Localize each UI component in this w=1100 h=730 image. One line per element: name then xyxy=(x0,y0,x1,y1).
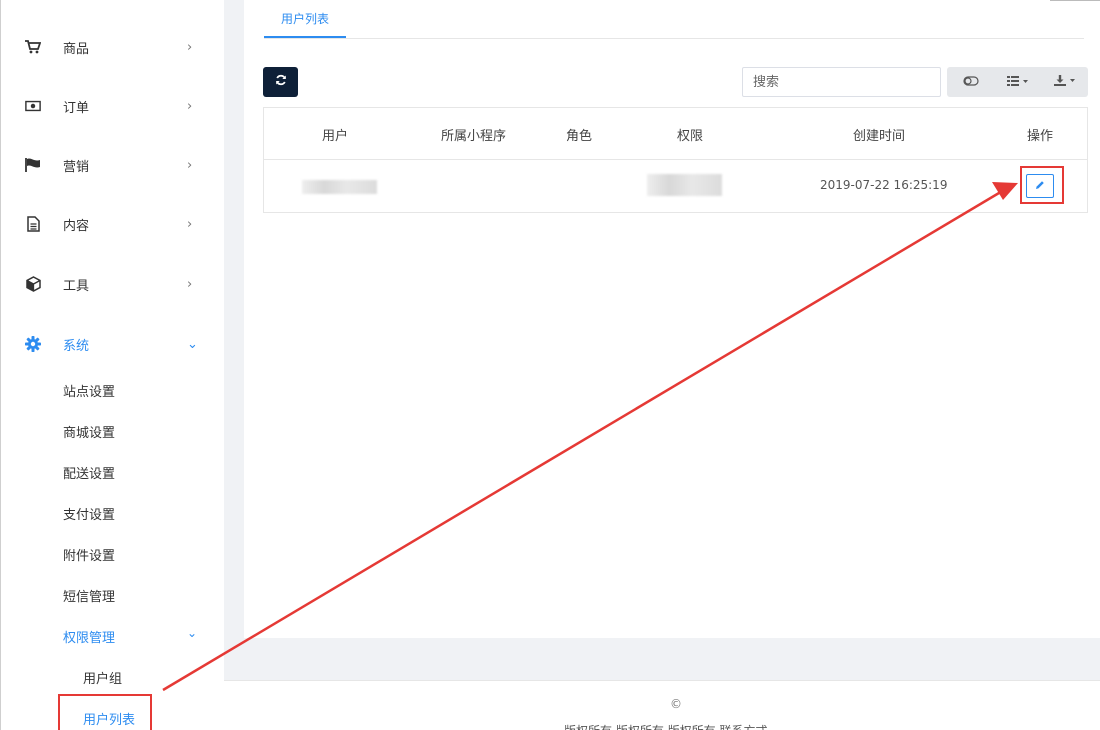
user-table: 用户 所属小程序 角色 权限 创建时间 操作 2019-07-22 16:25:… xyxy=(263,107,1088,213)
table-header: 用户 所属小程序 角色 权限 创建时间 操作 xyxy=(264,108,1087,160)
sidebar-subitem-delivery-settings[interactable]: 配送设置 xyxy=(63,463,115,482)
sidebar-subitem-permission-management[interactable]: 权限管理 xyxy=(63,627,115,646)
sidebar-item-system[interactable]: 系统 ⌄ xyxy=(1,324,225,364)
toggle-icon xyxy=(962,75,979,89)
sidebar-item-orders[interactable]: 订单 › xyxy=(1,86,225,126)
column-header-permission: 权限 xyxy=(677,129,704,144)
column-header-mini-program: 所属小程序 xyxy=(441,129,507,144)
search-input[interactable] xyxy=(742,67,941,97)
tab-underline-divider xyxy=(264,38,1084,39)
copyright-symbol: © xyxy=(670,697,682,711)
column-header-actions: 操作 xyxy=(1027,129,1054,144)
annotation-highlight-edit xyxy=(1020,166,1064,204)
money-icon xyxy=(25,98,41,114)
download-icon xyxy=(1053,75,1076,89)
sidebar-item-marketing[interactable]: 营销 › xyxy=(1,145,225,185)
chevron-right-icon: › xyxy=(187,157,193,173)
chevron-right-icon: › xyxy=(187,216,193,232)
gear-icon xyxy=(25,336,41,352)
column-header-created-time: 创建时间 xyxy=(853,129,906,144)
export-dropdown-button[interactable] xyxy=(1041,67,1088,97)
page-gutter xyxy=(224,0,244,680)
sidebar-subitem-sms-management[interactable]: 短信管理 xyxy=(63,586,115,605)
column-header-user: 用户 xyxy=(322,129,349,144)
chevron-right-icon: › xyxy=(187,98,193,114)
page-background xyxy=(224,638,1100,680)
sidebar-item-label: 商品 xyxy=(63,41,90,57)
chevron-down-icon: ⌄ xyxy=(187,626,198,640)
cube-icon xyxy=(25,276,41,292)
created-time-cell: 2019-07-22 16:25:19 xyxy=(820,178,948,192)
main-content: 用户列表 用户 所属小程序 角色 权限 创建时间 xyxy=(244,0,1100,638)
sidebar-item-content[interactable]: 内容 › xyxy=(1,204,225,244)
document-icon xyxy=(25,216,41,232)
column-header-role: 角色 xyxy=(566,129,593,144)
footer: © 版权所有 版权所有 版权所有 联系方式 xyxy=(224,681,1100,730)
sidebar-item-label: 内容 xyxy=(63,218,90,234)
divider xyxy=(1050,0,1100,1)
sidebar-subitem-payment-settings[interactable]: 支付设置 xyxy=(63,504,115,523)
sidebar: 商品 › 订单 › 营销 › 内容 › 工具 › 系统 ⌄ 站点设置 商城设置 … xyxy=(0,0,224,730)
sidebar-item-label: 工具 xyxy=(63,278,90,294)
tab-user-list[interactable]: 用户列表 xyxy=(264,8,347,38)
toggle-button[interactable] xyxy=(947,67,994,97)
columns-dropdown-button[interactable] xyxy=(994,67,1041,97)
sidebar-subitem-user-group[interactable]: 用户组 xyxy=(83,668,122,687)
cart-icon xyxy=(25,39,41,55)
chevron-down-icon: ⌄ xyxy=(187,336,198,352)
sidebar-subitem-attachment-settings[interactable]: 附件设置 xyxy=(63,545,115,564)
flag-icon xyxy=(25,157,41,173)
columns-icon xyxy=(1006,75,1029,89)
redacted-user xyxy=(302,180,377,194)
footer-text: 版权所有 版权所有 版权所有 联系方式 xyxy=(564,722,767,730)
chevron-right-icon: › xyxy=(187,276,193,292)
refresh-icon xyxy=(275,74,287,90)
annotation-highlight-user-list xyxy=(58,694,152,730)
redacted-permission xyxy=(647,174,722,196)
chevron-right-icon: › xyxy=(187,39,193,55)
refresh-button[interactable] xyxy=(263,67,298,97)
sidebar-subitem-mall-settings[interactable]: 商城设置 xyxy=(63,422,115,441)
table-toolbar-group xyxy=(947,67,1088,97)
sidebar-item-label: 营销 xyxy=(63,159,90,175)
sidebar-item-tools[interactable]: 工具 › xyxy=(1,264,225,304)
sidebar-item-label: 订单 xyxy=(63,100,90,116)
sidebar-item-label: 系统 xyxy=(63,338,90,354)
sidebar-subitem-site-settings[interactable]: 站点设置 xyxy=(63,381,115,400)
sidebar-item-goods[interactable]: 商品 › xyxy=(1,27,225,67)
